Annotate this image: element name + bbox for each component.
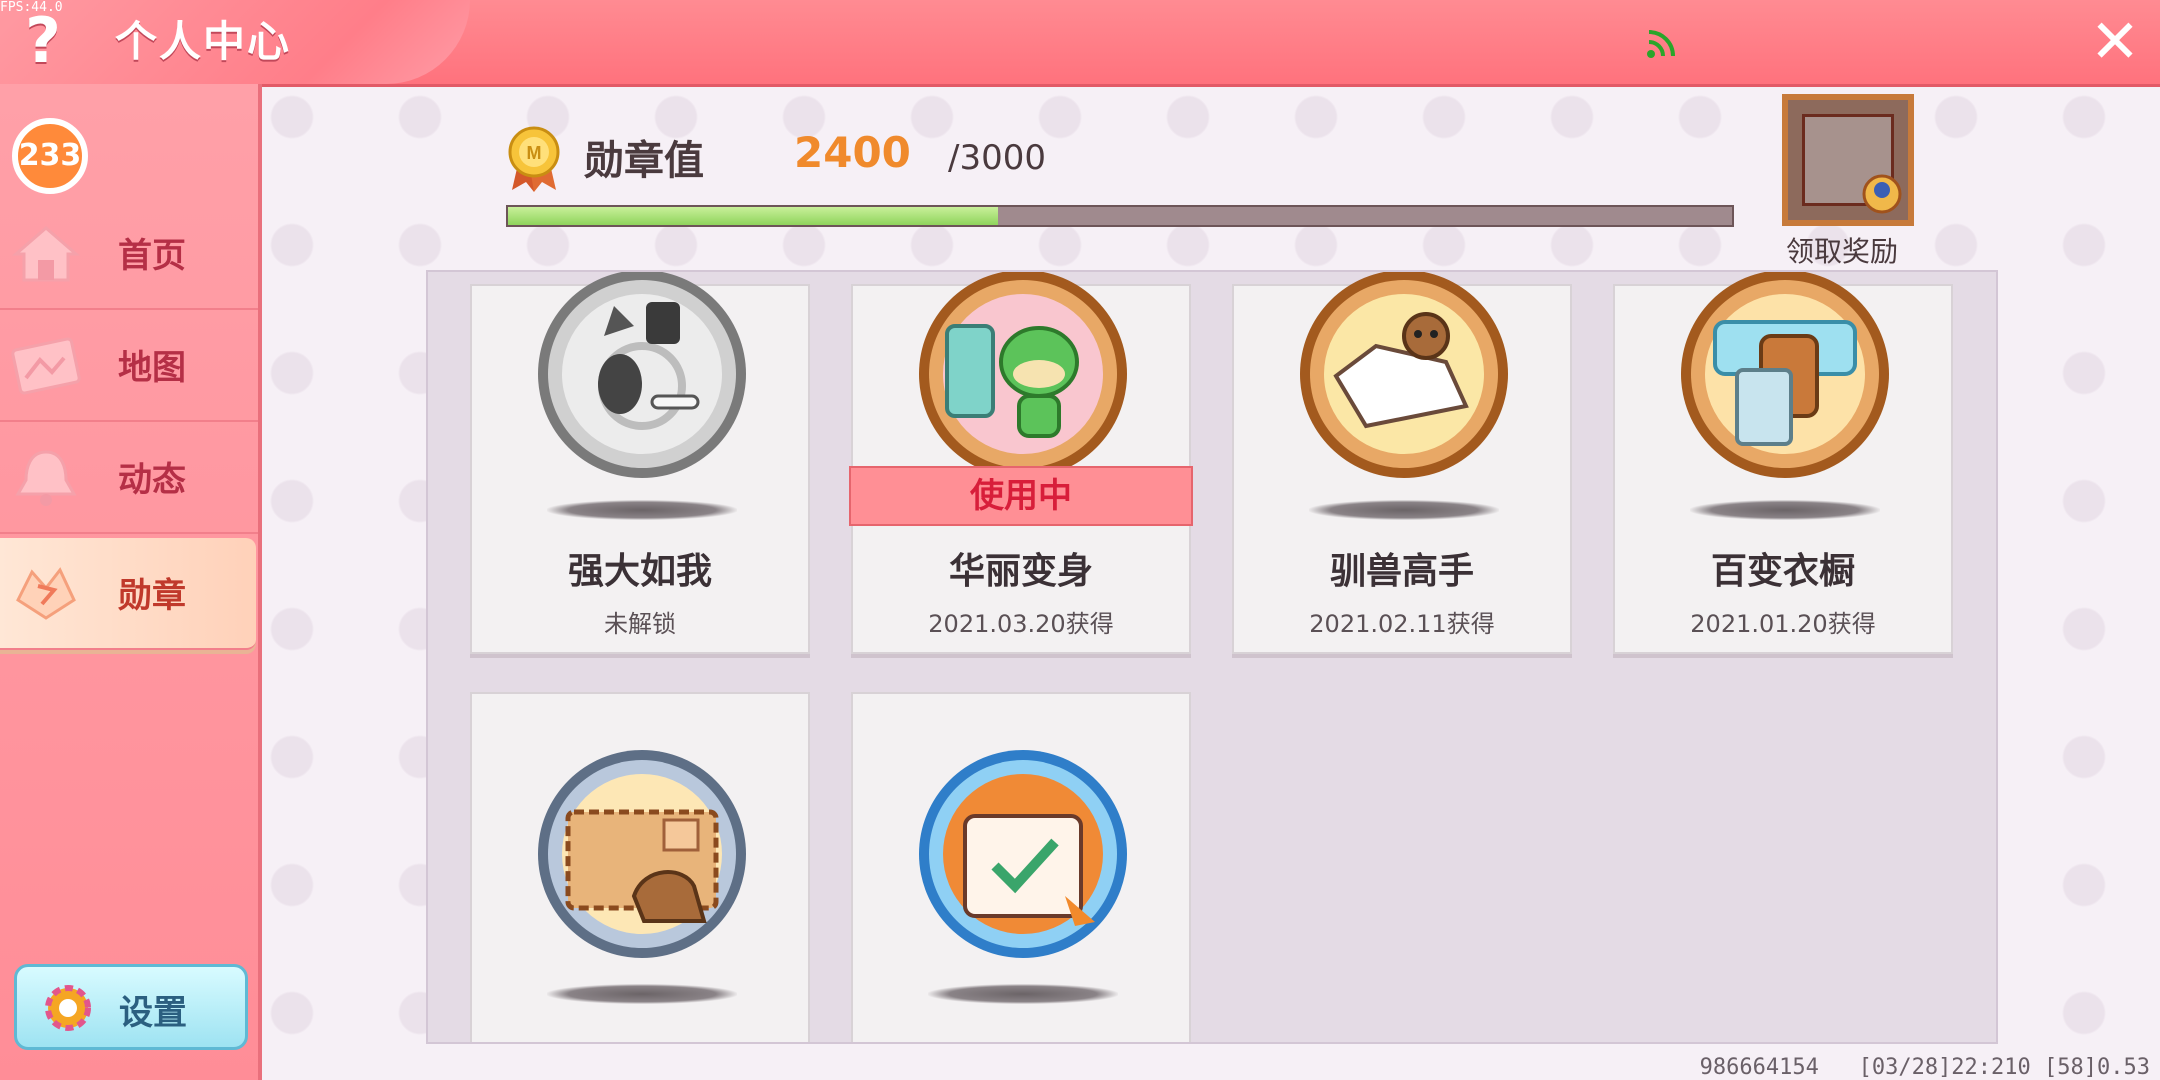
sidebar-item-label: 动态 [118, 460, 186, 500]
medal-date: 2021.02.11获得 [1309, 610, 1495, 638]
checkin-medal-icon [919, 750, 1127, 958]
sidebar-item-label: 地图 [118, 348, 186, 388]
medal-name: 强大如我 [567, 551, 712, 592]
sidebar-item-medals[interactable]: 勋章 [0, 538, 256, 650]
bell-icon [15, 450, 77, 506]
signal-icon [1647, 30, 1675, 58]
medal-name: 百变衣橱 [1710, 551, 1855, 592]
medal-date: 2021.01.20获得 [1690, 610, 1876, 638]
medal-shadow [928, 984, 1118, 1004]
close-button[interactable]: ✕ [2080, 10, 2150, 74]
medal-card[interactable]: 强大如我 未解锁 [470, 272, 810, 654]
gear-icon [45, 985, 91, 1031]
medal-name: 驯兽高手 [1329, 551, 1474, 592]
medal-card[interactable] [851, 692, 1191, 1042]
medal-shadow [1309, 500, 1499, 520]
medal-shadow [547, 500, 737, 520]
transform-medal-icon [919, 272, 1127, 478]
top-bar: FPS:44.0 ? 个人中心 ✕ [0, 0, 2160, 87]
reward-medal-icon [1862, 174, 1902, 214]
level-badge: 233 [12, 118, 88, 194]
medal-date: 2021.03.20获得 [928, 610, 1114, 638]
strong-medal-icon [538, 272, 746, 478]
footer-uid: 986664154 [1699, 1055, 1819, 1080]
sidebar-item-label: 首页 [118, 236, 186, 276]
settings-label: 设置 [119, 993, 187, 1033]
medal-grid: 强大如我 未解锁 使用中 华丽变身 2021.03.20获得 驯兽高手 2021… [426, 270, 1998, 1044]
reward-frame-button[interactable] [1782, 94, 1914, 226]
medal-card[interactable]: 百变衣橱 2021.01.20获得 [1613, 272, 1953, 654]
footer-debug-info: 986664154 [03/28]22:210 [58]0.53 [1700, 1055, 2150, 1080]
medal-name: 华丽变身 [948, 551, 1093, 592]
sidebar-item-feed[interactable]: 动态 [0, 422, 258, 534]
medal-points-progress [506, 205, 1734, 227]
footer-extra: 0 [58]0.53 [2017, 1055, 2150, 1080]
settings-button[interactable]: 设置 [14, 964, 248, 1050]
progress-fill [508, 207, 998, 225]
medal-points-label: 勋章值 [584, 138, 704, 184]
help-button[interactable]: ? [18, 6, 68, 76]
tamer-medal-icon [1300, 272, 1508, 478]
medal-name: 我是消? [472, 1034, 808, 1042]
footer-time: [03/28]22:21 [1858, 1055, 2018, 1080]
sidebar-item-home[interactable]: 首页 [0, 198, 258, 310]
medal-points-icon: M [508, 126, 560, 192]
claim-reward-label[interactable]: 领取奖励 [1786, 230, 1898, 270]
wardrobe-medal-icon [1681, 272, 1889, 478]
medal-card[interactable]: 使用中 华丽变身 2021.03.20获得 [849, 272, 1193, 654]
medal-icon [16, 567, 76, 620]
medal-points-value: 2400 [794, 128, 911, 177]
medal-status: 未解锁 [604, 610, 676, 638]
home-icon [11, 226, 81, 282]
medal-shadow [547, 984, 737, 1004]
medal-points-max: /3000 [948, 138, 1046, 178]
medal-card[interactable]: 我是消? [470, 692, 810, 1042]
sidebar-item-label: 勋章 [118, 576, 186, 616]
medal-card[interactable]: 驯兽高手 2021.02.11获得 [1232, 272, 1572, 654]
sidebar-item-map[interactable]: 地图 [0, 310, 258, 422]
mail-medal-icon [538, 750, 746, 958]
sidebar: 233 首页 地图 动态 勋章 设置 [0, 84, 262, 1080]
medal-shadow [1690, 500, 1880, 520]
svg-text:M: M [527, 143, 542, 163]
map-icon [11, 337, 81, 395]
page-title: 个人中心 [115, 17, 292, 66]
in-use-badge: 使用中 [849, 466, 1193, 526]
